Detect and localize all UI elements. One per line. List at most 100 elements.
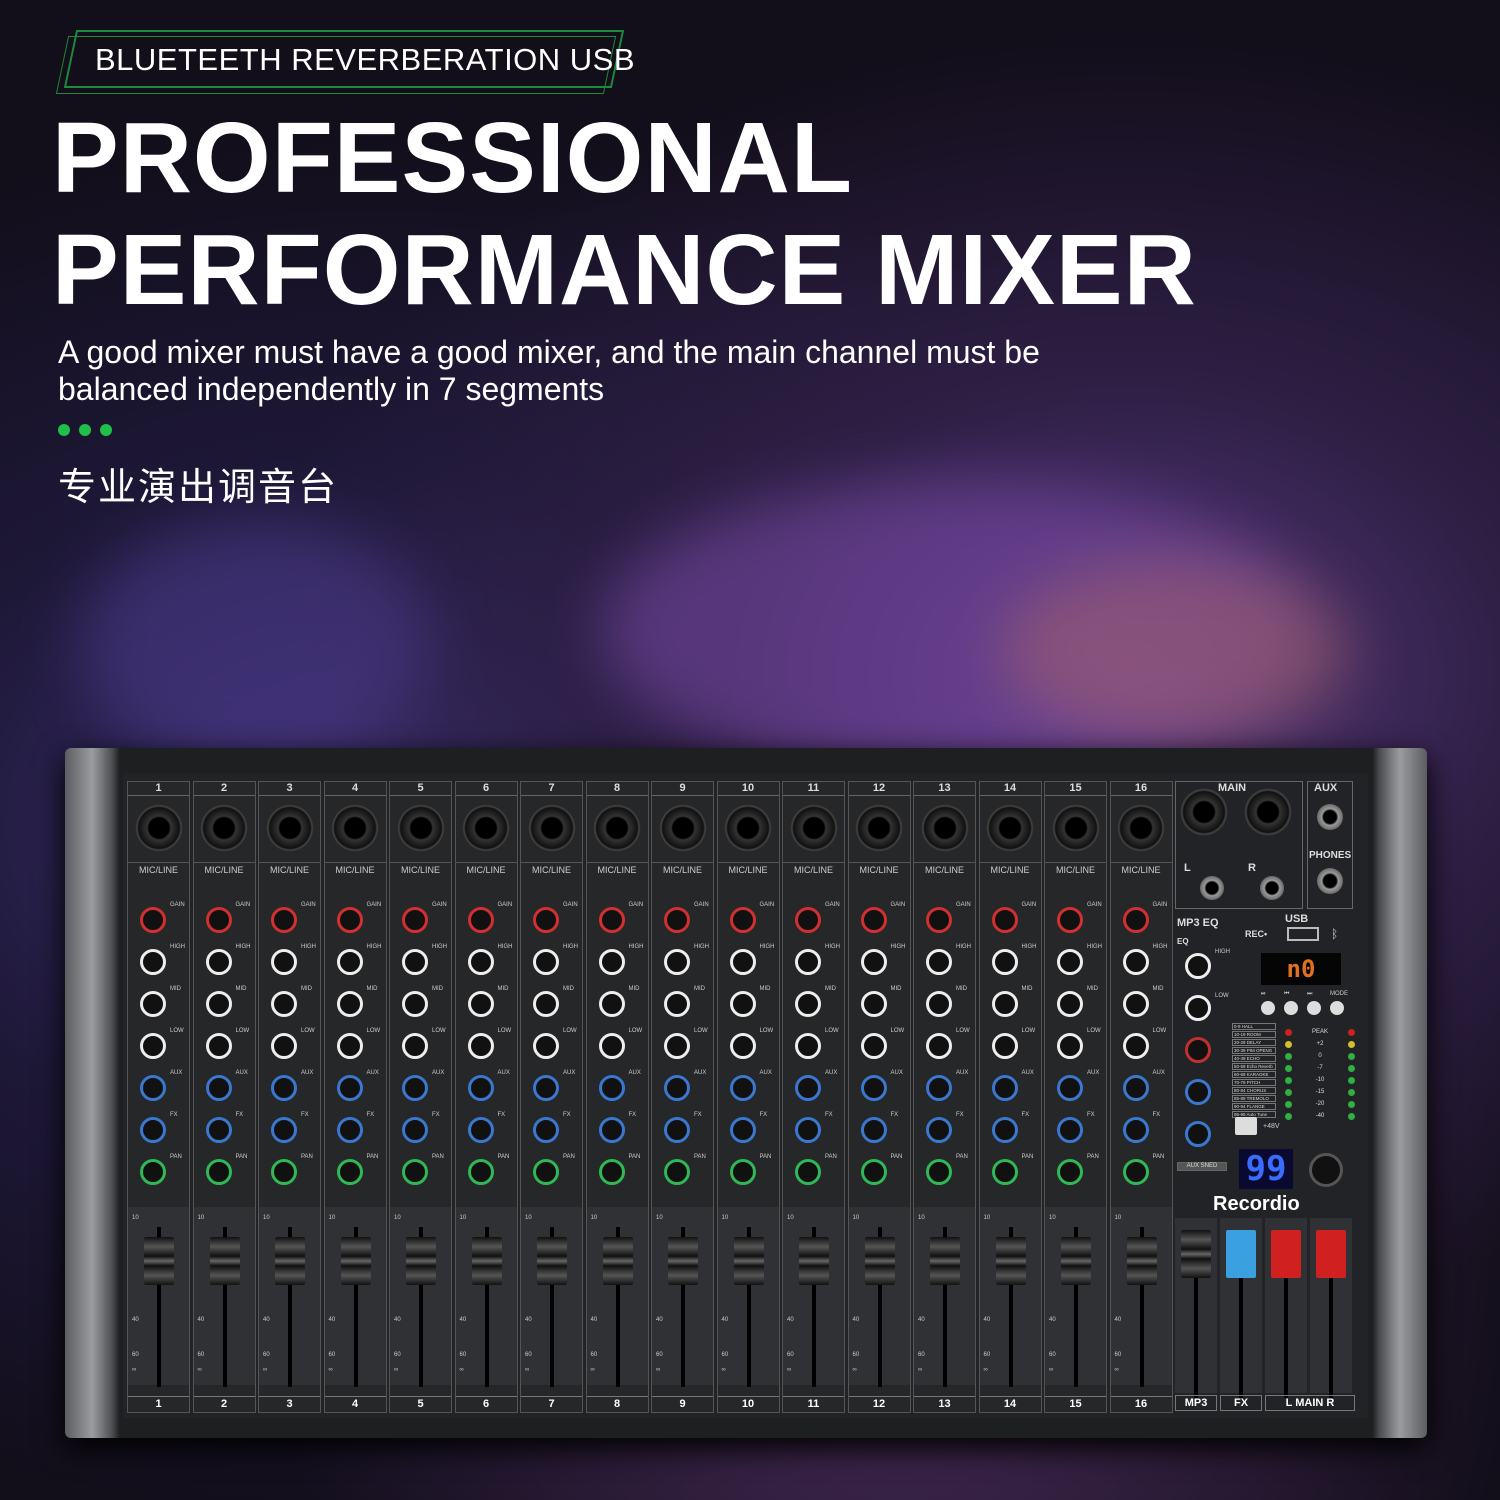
low-knob[interactable] [795,1033,821,1059]
pan-knob[interactable] [205,1159,232,1185]
gain-knob[interactable] [926,907,952,933]
pan-knob[interactable] [729,1159,756,1185]
phones-level-knob[interactable] [1185,1037,1211,1063]
channel-fader[interactable] [799,1237,829,1285]
pan-knob[interactable] [1057,1159,1083,1185]
channel-fader[interactable] [733,1237,764,1285]
gain-knob[interactable] [140,907,166,933]
low-knob[interactable] [336,1033,363,1059]
mid-knob[interactable] [598,991,625,1017]
gain-knob[interactable] [1122,907,1149,933]
channel-fader[interactable] [602,1237,633,1285]
mp3-eq-high-knob[interactable] [1185,953,1211,979]
main-right-xlr[interactable] [1244,788,1292,836]
high-knob[interactable] [402,949,428,975]
fx-knob[interactable] [140,1117,166,1143]
fx-knob[interactable] [729,1117,756,1143]
main-left-jack[interactable] [1200,876,1224,900]
channel-fader[interactable] [340,1237,371,1285]
high-knob[interactable] [729,949,756,975]
phantom-power-button[interactable] [1235,1117,1257,1135]
aux-knob[interactable] [1122,1075,1149,1101]
main-left-xlr[interactable] [1180,788,1228,836]
low-knob[interactable] [926,1033,952,1059]
high-knob[interactable] [926,949,952,975]
high-knob[interactable] [1122,949,1149,975]
fx-knob[interactable] [926,1117,952,1143]
mid-knob[interactable] [729,991,756,1017]
aux-knob[interactable] [336,1075,363,1101]
low-knob[interactable] [140,1033,166,1059]
pan-knob[interactable] [795,1159,821,1185]
gain-knob[interactable] [336,907,363,933]
combo-input-jack[interactable] [1051,804,1100,852]
gain-knob[interactable] [664,907,690,933]
high-knob[interactable] [271,949,297,975]
fx-knob[interactable] [1122,1117,1149,1143]
mid-knob[interactable] [533,991,559,1017]
fx-knob[interactable] [991,1117,1018,1143]
gain-knob[interactable] [991,907,1018,933]
fx-knob[interactable] [598,1117,625,1143]
combo-input-jack[interactable] [396,804,445,852]
aux-master-knob[interactable] [1185,1079,1211,1105]
fx-knob[interactable] [533,1117,559,1143]
mp3-eq-low-knob[interactable] [1185,995,1211,1021]
fx-knob[interactable] [336,1117,363,1143]
aux-send-knob[interactable] [1185,1121,1211,1147]
gain-knob[interactable] [402,907,428,933]
usb-port[interactable] [1287,927,1319,941]
transport-button[interactable] [1261,1001,1275,1015]
low-knob[interactable] [533,1033,559,1059]
mid-knob[interactable] [664,991,690,1017]
channel-fader[interactable] [668,1237,698,1285]
mid-knob[interactable] [402,991,428,1017]
transport-button[interactable] [1307,1001,1321,1015]
gain-knob[interactable] [1057,907,1083,933]
fx-knob[interactable] [205,1117,232,1143]
l-fader[interactable] [1271,1230,1301,1278]
combo-input-jack[interactable] [789,804,838,852]
combo-input-jack[interactable] [462,804,510,852]
fx-knob[interactable] [860,1117,887,1143]
combo-input-jack[interactable] [200,804,248,852]
gain-knob[interactable] [795,907,821,933]
pan-knob[interactable] [1122,1159,1149,1185]
combo-input-jack[interactable] [134,804,183,852]
aux-knob[interactable] [533,1075,559,1101]
fx-knob[interactable] [467,1117,494,1143]
fx-select-knob[interactable] [1309,1153,1343,1187]
pan-knob[interactable] [140,1159,166,1185]
combo-input-jack[interactable] [855,804,903,852]
pan-knob[interactable] [664,1159,690,1185]
channel-fader[interactable] [995,1237,1026,1285]
pan-knob[interactable] [336,1159,363,1185]
low-knob[interactable] [860,1033,887,1059]
gain-knob[interactable] [467,907,494,933]
channel-fader[interactable] [930,1237,960,1285]
pan-knob[interactable] [467,1159,494,1185]
combo-input-jack[interactable] [331,804,379,852]
mid-knob[interactable] [991,991,1018,1017]
phones-jack[interactable] [1317,868,1343,894]
fx-knob[interactable] [795,1117,821,1143]
combo-input-jack[interactable] [1117,804,1165,852]
gain-knob[interactable] [729,907,756,933]
low-knob[interactable] [598,1033,625,1059]
channel-fader[interactable] [864,1237,895,1285]
mid-knob[interactable] [1122,991,1149,1017]
r-fader[interactable] [1316,1230,1346,1278]
combo-input-jack[interactable] [265,804,314,852]
fx-knob[interactable] [664,1117,690,1143]
gain-knob[interactable] [271,907,297,933]
aux-knob[interactable] [467,1075,494,1101]
gain-knob[interactable] [860,907,887,933]
aux-knob[interactable] [664,1075,690,1101]
high-knob[interactable] [795,949,821,975]
combo-input-jack[interactable] [986,804,1034,852]
fx-knob[interactable] [1057,1117,1083,1143]
high-knob[interactable] [860,949,887,975]
aux-knob[interactable] [860,1075,887,1101]
mid-knob[interactable] [926,991,952,1017]
channel-fader[interactable] [406,1237,436,1285]
